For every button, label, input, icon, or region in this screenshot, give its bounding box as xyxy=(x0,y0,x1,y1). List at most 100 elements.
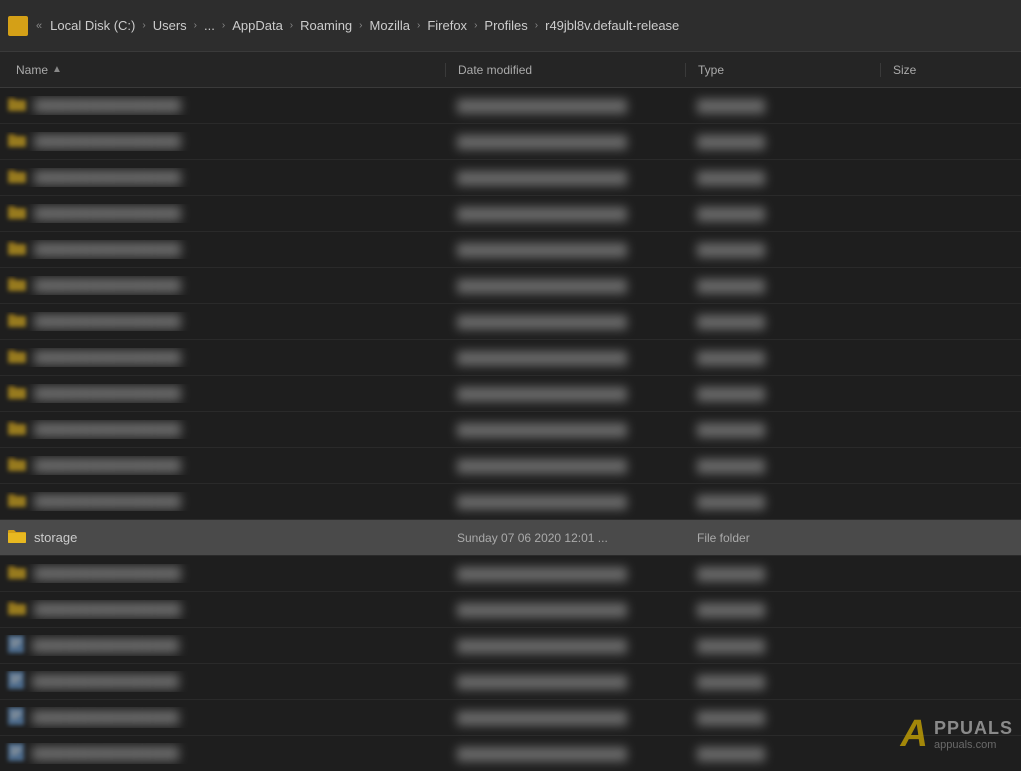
table-row[interactable]: ████████████████████████████████████████… xyxy=(0,556,1021,592)
file-row-date: Sunday 07 06 2020 12:01 ... xyxy=(445,531,685,545)
file-row-type: ████████ xyxy=(685,639,880,653)
breadcrumb-user[interactable]: ... xyxy=(200,16,219,35)
table-row[interactable]: ████████████████████████████████████████… xyxy=(0,232,1021,268)
watermark-char: A xyxy=(901,713,928,756)
breadcrumb-arrow-5: › xyxy=(359,20,362,31)
file-row-date: ████████████████████ xyxy=(445,171,685,185)
file-row-name: ████████████████ xyxy=(0,600,445,619)
folder-icon xyxy=(8,276,26,295)
file-row-type: ████████ xyxy=(685,675,880,689)
breadcrumb-profiles[interactable]: Profiles xyxy=(480,16,531,35)
file-row-date: ████████████████████ xyxy=(445,603,685,617)
file-row-type: ████████ xyxy=(685,495,880,509)
table-row[interactable]: ████████████████████████████████████████… xyxy=(0,664,1021,700)
file-name-text: ████████████████ xyxy=(34,170,181,185)
folder-icon xyxy=(8,240,26,259)
file-row-name: ████████████████ xyxy=(0,635,445,656)
file-row-type: ████████ xyxy=(685,567,880,581)
file-row-name: ████████████████ xyxy=(0,348,445,367)
file-name-text: ████████████████ xyxy=(34,134,181,149)
file-row-type: ████████ xyxy=(685,315,880,329)
breadcrumb-firefox[interactable]: Firefox xyxy=(423,16,471,35)
table-row[interactable]: ████████████████████████████████████████… xyxy=(0,268,1021,304)
table-row[interactable]: ████████████████████████████████████████… xyxy=(0,448,1021,484)
file-name-text: ████████████████ xyxy=(34,458,181,473)
file-row-date: ████████████████████ xyxy=(445,747,685,761)
column-headers: Name ▲ Date modified Type Size xyxy=(0,52,1021,88)
file-row-date: ████████████████████ xyxy=(445,135,685,149)
folder-icon xyxy=(8,96,26,115)
file-row-name: ████████████████ xyxy=(0,168,445,187)
file-icon xyxy=(8,743,24,764)
col-name-header[interactable]: Name ▲ xyxy=(0,63,445,77)
folder-icon xyxy=(8,528,26,547)
file-row-date: ████████████████████ xyxy=(445,207,685,221)
file-row-date: ████████████████████ xyxy=(445,315,685,329)
file-row-name: ████████████████ xyxy=(0,384,445,403)
breadcrumb-appdata[interactable]: AppData xyxy=(228,16,287,35)
watermark-text-block: PPUALS appuals.com xyxy=(934,718,1013,751)
col-date-header[interactable]: Date modified xyxy=(445,63,685,77)
file-name-text: ████████████████ xyxy=(34,386,181,401)
watermark: A PPUALS appuals.com xyxy=(831,701,1021,771)
file-name-text: ████████████████ xyxy=(32,710,179,725)
file-row-date: ████████████████████ xyxy=(445,639,685,653)
breadcrumb-profile-folder[interactable]: r49jbl8v.default-release xyxy=(541,16,683,35)
folder-icon xyxy=(8,492,26,511)
breadcrumb-arrow-1: › xyxy=(142,20,145,31)
file-icon xyxy=(8,707,24,728)
table-row[interactable]: ████████████████████████████████████████… xyxy=(0,628,1021,664)
table-row[interactable]: ████████████████████████████████████████… xyxy=(0,340,1021,376)
file-row-date: ████████████████████ xyxy=(445,675,685,689)
file-row-name: ████████████████ xyxy=(0,276,445,295)
table-row[interactable]: ████████████████████████████████████████… xyxy=(0,484,1021,520)
file-row-type: ████████ xyxy=(685,423,880,437)
file-row-name: ████████████████ xyxy=(0,312,445,331)
table-row[interactable]: ████████████████████████████████████████… xyxy=(0,592,1021,628)
file-row-date: ████████████████████ xyxy=(445,243,685,257)
file-name-text: ████████████████ xyxy=(34,314,181,329)
table-row[interactable]: storageSunday 07 06 2020 12:01 ...File f… xyxy=(0,520,1021,556)
breadcrumb-mozilla[interactable]: Mozilla xyxy=(366,16,414,35)
breadcrumb-local-disk[interactable]: Local Disk (C:) xyxy=(46,16,139,35)
file-name-text: ████████████████ xyxy=(34,602,181,617)
file-row-name: ████████████████ xyxy=(0,204,445,223)
table-row[interactable]: ████████████████████████████████████████… xyxy=(0,304,1021,340)
col-type-header[interactable]: Type xyxy=(685,63,880,77)
file-row-name: ████████████████ xyxy=(0,492,445,511)
file-row-date: ████████████████████ xyxy=(445,351,685,365)
breadcrumb-bar: « Local Disk (C:) › Users › ... › AppDat… xyxy=(0,0,1021,52)
table-row[interactable]: ████████████████████████████████████████… xyxy=(0,376,1021,412)
folder-icon xyxy=(8,384,26,403)
folder-icon xyxy=(8,456,26,475)
sort-asc-icon: ▲ xyxy=(52,64,62,75)
file-row-date: ████████████████████ xyxy=(445,711,685,725)
table-row[interactable]: ████████████████████████████████████████… xyxy=(0,88,1021,124)
file-row-name: ████████████████ xyxy=(0,420,445,439)
table-row[interactable]: ████████████████████████████████████████… xyxy=(0,160,1021,196)
breadcrumb-arrow-8: › xyxy=(535,20,538,31)
file-row-date: ████████████████████ xyxy=(445,495,685,509)
breadcrumb-arrow-2: › xyxy=(194,20,197,31)
table-row[interactable]: ████████████████████████████████████████… xyxy=(0,124,1021,160)
col-name-label: Name xyxy=(16,63,48,77)
folder-icon xyxy=(8,600,26,619)
file-name-text: ████████████████ xyxy=(34,98,181,113)
breadcrumb-users[interactable]: Users xyxy=(149,16,191,35)
file-list: ████████████████████████████████████████… xyxy=(0,88,1021,771)
file-icon xyxy=(8,671,24,692)
file-row-name: ████████████████ xyxy=(0,456,445,475)
file-row-type: ████████ xyxy=(685,387,880,401)
col-size-header[interactable]: Size xyxy=(880,63,1021,77)
table-row[interactable]: ████████████████████████████████████████… xyxy=(0,412,1021,448)
breadcrumb-sep-0: « xyxy=(36,20,42,32)
file-icon xyxy=(8,635,24,656)
table-row[interactable]: ████████████████████████████████████████… xyxy=(0,196,1021,232)
breadcrumb-arrow-3: › xyxy=(222,20,225,31)
watermark-domain: appuals.com xyxy=(934,739,1013,751)
file-row-name: ████████████████ xyxy=(0,707,445,728)
file-name-text: ████████████████ xyxy=(34,278,181,293)
file-row-type: ████████ xyxy=(685,135,880,149)
breadcrumb-roaming[interactable]: Roaming xyxy=(296,16,356,35)
file-row-name: storage xyxy=(0,528,445,547)
